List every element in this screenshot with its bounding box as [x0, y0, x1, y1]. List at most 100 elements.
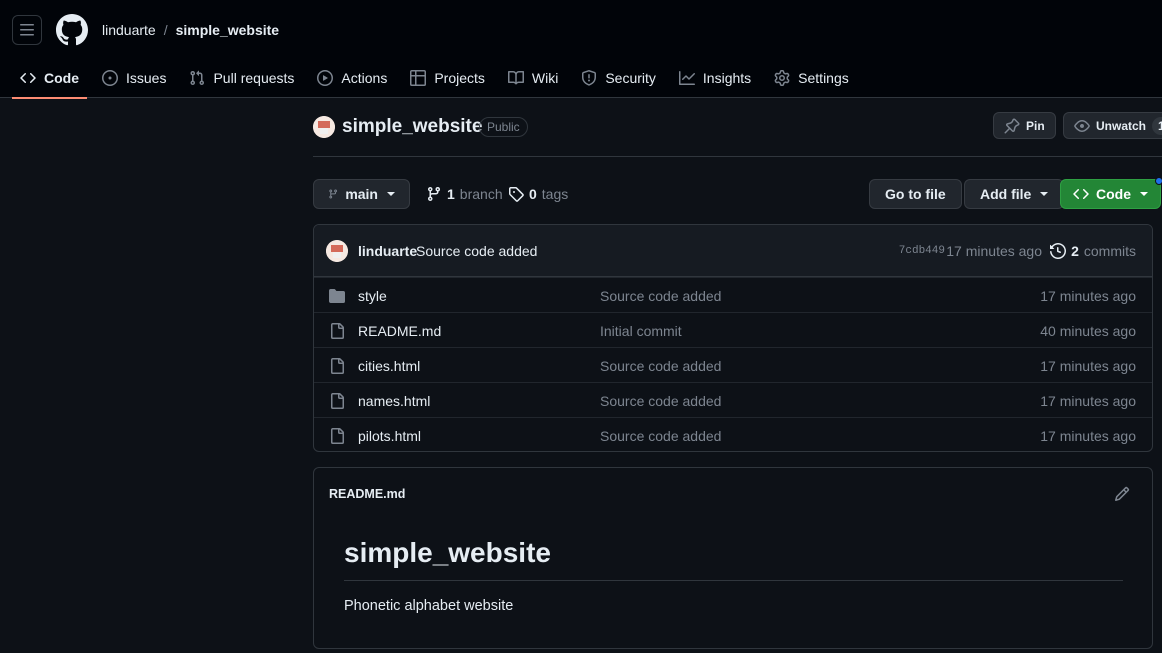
branch-icon — [427, 187, 440, 202]
notification-dot — [1155, 177, 1162, 185]
file-icon — [331, 323, 344, 339]
gear-icon — [774, 70, 790, 86]
file-row[interactable]: pilots.html Source code added 17 minutes… — [314, 417, 1152, 451]
file-name[interactable]: README.md — [358, 323, 441, 339]
file-name[interactable]: pilots.html — [358, 428, 421, 444]
readme-body: Phonetic alphabet website — [344, 598, 514, 614]
tab-settings[interactable]: Settings — [766, 58, 857, 98]
file-commit-message[interactable]: Source code added — [600, 288, 721, 304]
tab-insights[interactable]: Insights — [671, 58, 759, 98]
unwatch-label: Unwatch — [1096, 118, 1147, 133]
tab-actions[interactable]: Actions — [309, 58, 395, 98]
chevron-down-icon — [1040, 192, 1049, 196]
file-name[interactable]: names.html — [358, 393, 430, 409]
file-commit-time: 17 minutes ago — [1040, 288, 1136, 304]
file-icon — [331, 428, 344, 444]
go-to-file-label: Go to file — [885, 186, 946, 202]
breadcrumb-repo-link[interactable]: simple_website — [176, 21, 280, 39]
tags-link[interactable]: 0 tags — [508, 179, 568, 209]
file-list: linduarte Source code added 7cdb449 17 m… — [313, 224, 1153, 452]
folder-icon — [329, 289, 345, 303]
go-to-file-button[interactable]: Go to file — [869, 179, 962, 209]
pin-button[interactable]: Pin — [993, 112, 1056, 139]
tab-pull-requests[interactable]: Pull requests — [181, 58, 302, 98]
branch-count: 1 — [447, 186, 455, 202]
repo-title[interactable]: simple_website — [342, 115, 482, 139]
breadcrumb-owner-link[interactable]: linduarte — [102, 21, 156, 39]
graph-icon — [678, 71, 695, 85]
file-row[interactable]: names.html Source code added 17 minutes … — [314, 382, 1152, 417]
visibility-badge: Public — [479, 117, 528, 137]
readme-filename[interactable]: README.md — [329, 487, 405, 501]
file-commit-time: 17 minutes ago — [1040, 358, 1136, 374]
file-name[interactable]: cities.html — [358, 358, 420, 374]
file-commit-message[interactable]: Source code added — [600, 393, 721, 409]
readme-panel: README.md simple_website Phonetic alphab… — [313, 467, 1153, 649]
commit-author-avatar[interactable] — [326, 240, 348, 262]
tab-settings-label: Settings — [798, 70, 849, 86]
owner-avatar[interactable] — [313, 116, 335, 138]
file-toolbar: main 1 branch 0 tags Go to file Add file… — [313, 177, 1162, 210]
file-commit-message[interactable]: Source code added — [600, 358, 721, 374]
code-button[interactable]: Code — [1060, 177, 1162, 209]
commit-author[interactable]: linduarte — [358, 243, 417, 259]
tab-projects-label: Projects — [434, 70, 485, 86]
book-icon — [507, 70, 524, 85]
tab-code[interactable]: Code — [12, 58, 87, 99]
file-row[interactable]: README.md Initial commit 40 minutes ago — [314, 312, 1152, 347]
commit-sha[interactable]: 7cdb449 — [899, 245, 945, 257]
tab-wiki[interactable]: Wiki — [500, 58, 566, 98]
hamburger-menu-button[interactable] — [12, 15, 42, 45]
file-row[interactable]: cities.html Source code added 17 minutes… — [314, 347, 1152, 382]
play-icon — [317, 70, 334, 86]
branch-selector[interactable]: main — [313, 179, 410, 209]
tab-issues-label: Issues — [126, 70, 167, 86]
tab-issues[interactable]: Issues — [94, 58, 174, 98]
file-commit-time: 17 minutes ago — [1040, 428, 1136, 444]
commits-link[interactable]: 2 commits — [1050, 243, 1136, 259]
code-button-label: Code — [1096, 186, 1131, 202]
pin-icon — [1004, 117, 1020, 133]
tab-security[interactable]: Security — [573, 58, 664, 98]
pull-request-icon — [190, 70, 205, 86]
branches-link[interactable]: 1 branch — [426, 179, 503, 209]
history-icon — [1050, 243, 1067, 259]
readme-heading: simple_website — [344, 536, 1123, 581]
tab-actions-label: Actions — [341, 70, 388, 86]
pencil-icon[interactable] — [1114, 486, 1130, 502]
repo-header: simple_website Public Pin Unwatch 1 — [313, 112, 1162, 157]
tab-security-label: Security — [605, 70, 656, 86]
branch-name: main — [345, 186, 378, 202]
tab-projects[interactable]: Projects — [402, 58, 493, 98]
repo-nav-tabs: Code Issues Pull requests Actions Projec… — [12, 58, 864, 99]
add-file-button[interactable]: Add file — [964, 179, 1065, 209]
watch-count: 1 — [1152, 116, 1162, 135]
github-logo-icon[interactable] — [56, 14, 88, 46]
file-commit-message[interactable]: Source code added — [600, 428, 721, 444]
chevron-down-icon — [387, 192, 395, 196]
file-commit-time: 17 minutes ago — [1040, 393, 1136, 409]
tab-pull-requests-label: Pull requests — [213, 70, 295, 86]
issue-icon — [102, 70, 118, 86]
tag-icon — [509, 187, 524, 202]
tag-count: 0 — [529, 186, 537, 202]
file-icon — [331, 358, 344, 374]
commit-message[interactable]: Source code added — [416, 243, 537, 259]
unwatch-button[interactable]: Unwatch 1 — [1063, 112, 1162, 139]
file-icon — [331, 393, 344, 409]
file-commit-message[interactable]: Initial commit — [600, 323, 682, 339]
avatar-image — [326, 240, 348, 262]
commit-time: 17 minutes ago — [946, 243, 1042, 259]
latest-commit-row: linduarte Source code added 7cdb449 17 m… — [314, 225, 1152, 277]
avatar-image — [313, 116, 335, 138]
tag-word: tags — [541, 186, 569, 202]
table-icon — [410, 70, 427, 86]
branch-word: branch — [459, 186, 503, 202]
pin-label: Pin — [1026, 118, 1045, 133]
menu-icon — [20, 24, 34, 36]
file-name[interactable]: style — [358, 288, 387, 304]
file-commit-time: 40 minutes ago — [1040, 323, 1136, 339]
file-row[interactable]: style Source code added 17 minutes ago — [314, 277, 1152, 312]
eye-icon — [1074, 119, 1090, 132]
tab-wiki-label: Wiki — [531, 70, 559, 86]
